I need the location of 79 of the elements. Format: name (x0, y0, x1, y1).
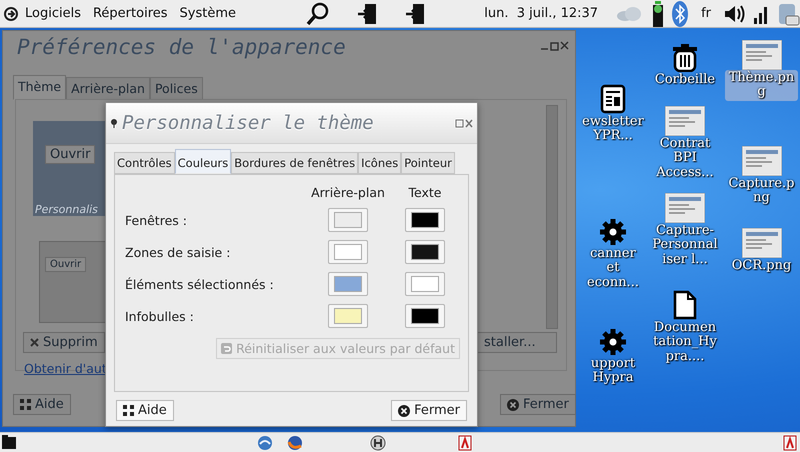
image-thumbnail-icon[interactable] (665, 193, 705, 223)
pin-icon[interactable] (110, 118, 118, 128)
trash-icon[interactable] (672, 44, 698, 72)
logo-icon[interactable] (4, 6, 18, 20)
image-thumbnail-icon[interactable] (742, 228, 782, 258)
column-header: Arrière-plan (310, 185, 386, 200)
image-thumbnail-icon[interactable] (665, 106, 705, 136)
reset-button: Réinitialiser aux valeurs par défaut (216, 338, 460, 359)
scrollbar[interactable] (546, 105, 558, 329)
tab[interactable]: Bordures de fenêtres (231, 152, 358, 174)
window-title: Personnaliser le thème (122, 112, 375, 134)
color-button[interactable] (405, 208, 445, 232)
color-button[interactable] (328, 272, 368, 296)
color-button[interactable] (405, 240, 445, 264)
window-title: Préférences de l'apparence (17, 35, 346, 59)
door-arrow-icon[interactable] (356, 2, 378, 26)
close-icon (30, 338, 39, 347)
gear-icon[interactable] (599, 218, 627, 246)
bluetooth-icon[interactable] (672, 0, 688, 26)
tab[interactable]: Polices (150, 77, 203, 100)
newspaper-icon[interactable] (600, 84, 626, 114)
color-button[interactable] (328, 240, 368, 264)
door-arrow-icon[interactable] (404, 2, 426, 26)
tab[interactable]: Icônes (358, 152, 402, 174)
help-icon (123, 405, 134, 416)
window-controls-icon[interactable] (541, 41, 569, 51)
icon-label[interactable]: Corbeille (652, 72, 718, 88)
globe-icon[interactable] (257, 435, 273, 451)
menu-item[interactable]: Logiciels (20, 4, 86, 23)
close-button[interactable]: Fermer (391, 400, 467, 421)
tab[interactable]: Arrière-plan (66, 77, 150, 100)
color-button[interactable] (405, 272, 445, 296)
folder-icon[interactable] (2, 435, 16, 450)
icon-label[interactable]: Contrat BPI Access... (650, 136, 720, 181)
speaker-icon[interactable] (724, 4, 746, 24)
clock[interactable]: lun. 3 juil., 12:37 (476, 6, 598, 21)
link[interactable]: Obtenir d'aut (24, 361, 107, 376)
color-button[interactable] (328, 304, 368, 328)
tab[interactable]: Thème (13, 75, 66, 100)
gear-icon[interactable] (599, 328, 627, 356)
icon-label[interactable]: Documentation_Hypra.... (650, 320, 720, 365)
undo-icon (221, 343, 232, 354)
help-button[interactable]: Aide (116, 400, 174, 421)
help-icon (20, 399, 31, 410)
icon-label[interactable]: Capture.png (725, 176, 798, 207)
help-button[interactable]: Aide (13, 394, 71, 415)
close-button[interactable]: Fermer (500, 394, 576, 415)
tab[interactable]: Couleurs (174, 149, 232, 174)
close-circle-icon (398, 404, 410, 416)
icon-label[interactable]: canner et econn... (580, 246, 646, 291)
circle-icon[interactable] (370, 435, 386, 451)
remove-button[interactable]: Supprim (23, 332, 105, 353)
document-icon[interactable] (673, 290, 697, 320)
install-button[interactable]: staller... (477, 332, 557, 353)
row-label: Fenêtres : (125, 212, 188, 228)
icon-label[interactable]: Capture-Personnaliser l... (650, 223, 720, 268)
close-circle-icon (507, 398, 519, 410)
image-thumbnail-icon[interactable] (742, 40, 782, 70)
globe-icon[interactable] (287, 435, 303, 451)
row-label: Zones de saisie : (125, 244, 232, 260)
icon-label[interactable]: ewsletter YPR... (580, 114, 646, 145)
icon-label[interactable]: OCR.png (730, 258, 794, 274)
image-thumbnail-icon[interactable] (742, 146, 782, 176)
search-icon[interactable] (306, 2, 330, 26)
theme-caption: Personnalis (35, 203, 98, 216)
icon-label[interactable]: Thème.png (725, 70, 798, 101)
window-controls-icon[interactable] (455, 118, 473, 128)
tab[interactable]: Pointeur (401, 152, 455, 174)
keyboard-layout[interactable]: fr (696, 4, 716, 23)
row-label: Éléments sélectionnés : (125, 276, 275, 292)
menu-item[interactable]: Répertoires (88, 4, 173, 23)
row-label: Infobulles : (125, 308, 195, 324)
color-button[interactable] (328, 208, 368, 232)
tab[interactable]: Contrôles (114, 152, 175, 174)
menu-item[interactable]: Système (174, 4, 242, 23)
battery-icon[interactable] (652, 0, 664, 26)
icon-label[interactable]: upport Hypra (580, 356, 646, 387)
color-button[interactable] (405, 304, 445, 328)
column-header: Texte (408, 185, 442, 200)
